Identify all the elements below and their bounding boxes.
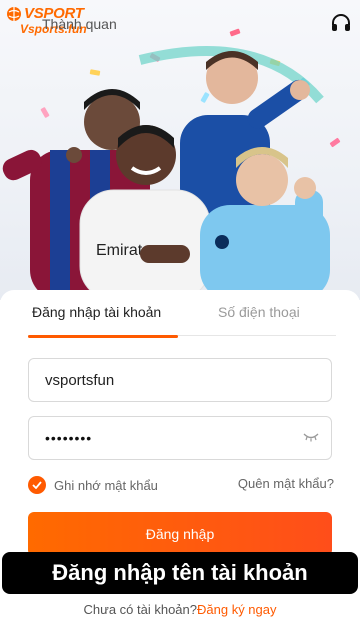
signup-prompt: Chưa có tài khoản?	[83, 602, 198, 617]
login-tabs: Đăng nhập tài khoản Số điện thoại	[28, 302, 336, 338]
signup-link[interactable]: Đăng ký ngay	[197, 602, 277, 617]
active-tab-indicator	[28, 335, 178, 338]
check-icon[interactable]	[28, 476, 46, 494]
tab-account-login[interactable]: Đăng nhập tài khoản	[32, 304, 161, 320]
password-value: ••••••••	[45, 430, 93, 446]
caption-overlay: Đăng nhập tên tài khoản	[2, 552, 358, 594]
back-label[interactable]: Thành quan	[42, 16, 117, 32]
hero-banner: Emirat VSPORT Vsports.fun Thành quan	[0, 0, 360, 300]
tab-phone-login[interactable]: Số điện thoại	[218, 304, 300, 320]
remember-label: Ghi nhớ mật khẩu	[54, 477, 158, 493]
headset-icon[interactable]	[330, 12, 352, 34]
login-button[interactable]: Đăng nhập	[28, 512, 332, 556]
username-field[interactable]: vsportsfun	[28, 358, 332, 402]
eye-hidden-icon[interactable]	[303, 431, 319, 443]
login-panel: Đăng nhập tài khoản Số điện thoại vsport…	[0, 290, 360, 640]
players-illustration: Emirat	[2, 46, 330, 300]
signup-row: Chưa có tài khoản?Đăng ký ngay	[0, 602, 360, 617]
forgot-password-link[interactable]: Quên mật khẩu?	[238, 476, 334, 491]
ball-logo-icon	[7, 7, 21, 21]
password-field[interactable]: ••••••••	[28, 416, 332, 460]
svg-text:Emirat: Emirat	[96, 242, 143, 259]
confetti	[229, 28, 241, 37]
remember-password[interactable]: Ghi nhớ mật khẩu	[28, 476, 158, 494]
username-value: vsportsfun	[45, 371, 115, 389]
